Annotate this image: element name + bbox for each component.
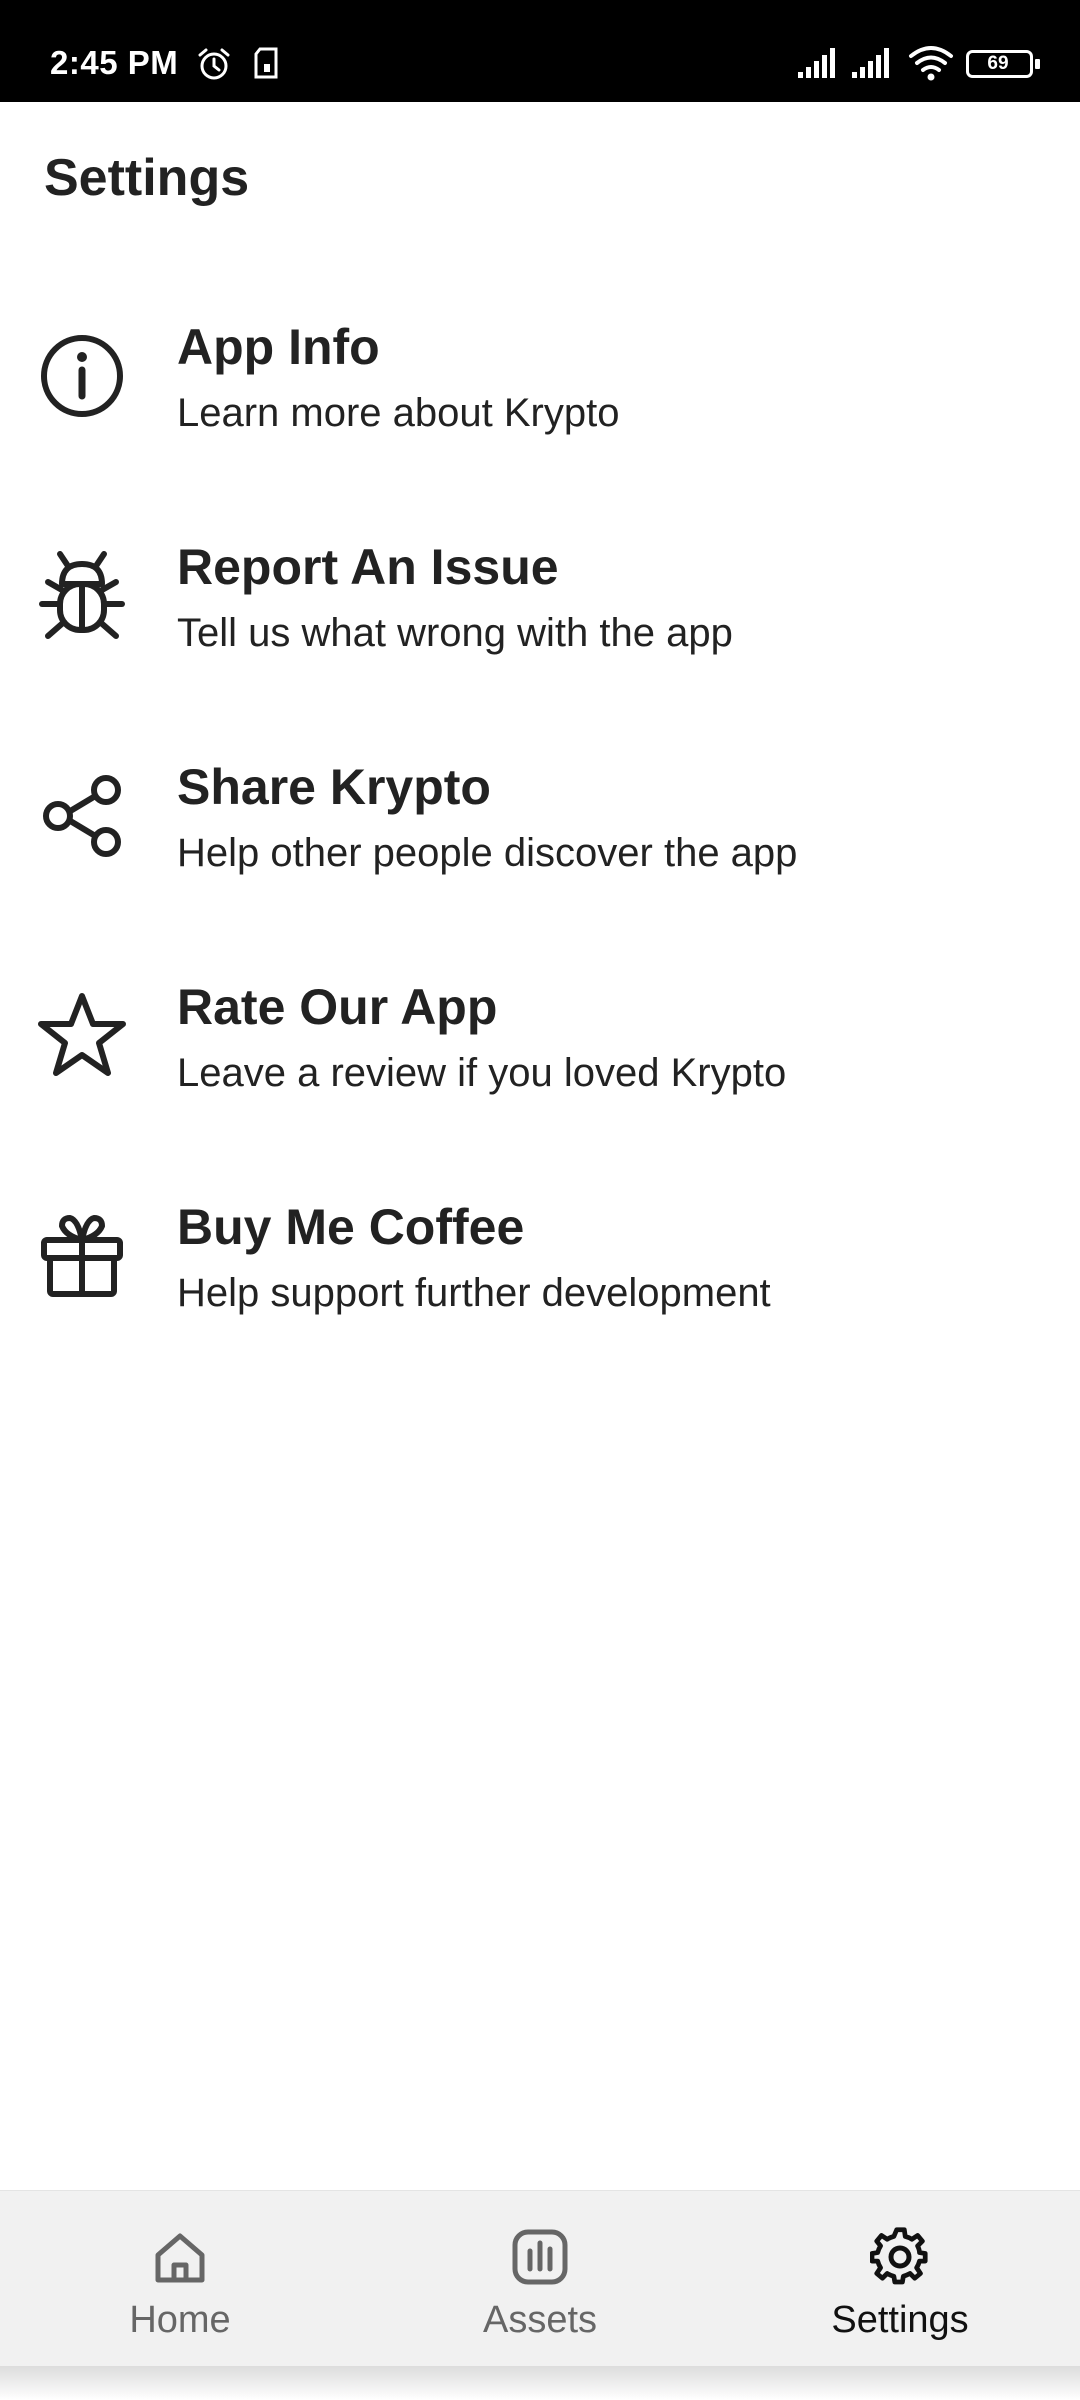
star-icon — [38, 993, 126, 1076]
share-icon — [43, 775, 121, 857]
bug-icon — [39, 551, 125, 639]
settings-item-subtitle: Help other people discover the app — [177, 831, 798, 875]
settings-item-subtitle: Learn more about Krypto — [177, 391, 620, 435]
nav-label: Assets — [482, 2299, 598, 2341]
settings-item-buy-coffee[interactable]: Buy Me Coffee Help support further devel… — [0, 1180, 1080, 1380]
nav-item-settings[interactable]: Settings — [720, 2191, 1080, 2367]
nav-item-assets[interactable]: Assets — [360, 2191, 720, 2367]
home-icon — [155, 2233, 205, 2283]
signal-icon — [798, 48, 835, 78]
settings-item-title: Buy Me Coffee — [177, 1199, 525, 1255]
settings-item-title: Share Krypto — [177, 759, 491, 815]
settings-item-title: Report An Issue — [177, 539, 559, 595]
settings-item-title: Rate Our App — [177, 979, 498, 1035]
bottom-nav: Home Assets Settings — [0, 2190, 1080, 2366]
page-title: Settings — [44, 149, 250, 207]
gear-icon — [870, 2227, 928, 2285]
settings-item-subtitle: Help support further development — [177, 1271, 771, 1315]
status-time: 2:45 PM — [50, 44, 179, 81]
status-bar: 2:45 PM 69 — [0, 0, 1080, 102]
sd-card-icon — [254, 47, 278, 79]
nav-item-home[interactable]: Home — [0, 2191, 360, 2367]
settings-item-subtitle: Leave a review if you loved Krypto — [177, 1051, 787, 1095]
alarm-icon — [198, 48, 230, 80]
gift-icon — [41, 1215, 123, 1297]
nav-label: Settings — [831, 2299, 969, 2341]
settings-item-title: App Info — [177, 319, 380, 375]
wifi-icon — [909, 46, 953, 81]
settings-item-app-info[interactable]: App Info Learn more about Krypto — [0, 300, 1080, 500]
info-icon — [41, 335, 123, 417]
battery-icon: 69 — [966, 50, 1042, 78]
settings-item-share[interactable]: Share Krypto Help other people discover … — [0, 740, 1080, 940]
signal-icon — [852, 48, 889, 78]
settings-item-report-issue[interactable]: Report An Issue Tell us what wrong with … — [0, 520, 1080, 720]
nav-label: Home — [129, 2299, 231, 2341]
bottom-edge — [0, 2366, 1080, 2400]
battery-level: 69 — [987, 53, 1009, 74]
assets-icon — [512, 2229, 568, 2285]
settings-item-subtitle: Tell us what wrong with the app — [177, 611, 733, 655]
settings-item-rate[interactable]: Rate Our App Leave a review if you loved… — [0, 960, 1080, 1160]
